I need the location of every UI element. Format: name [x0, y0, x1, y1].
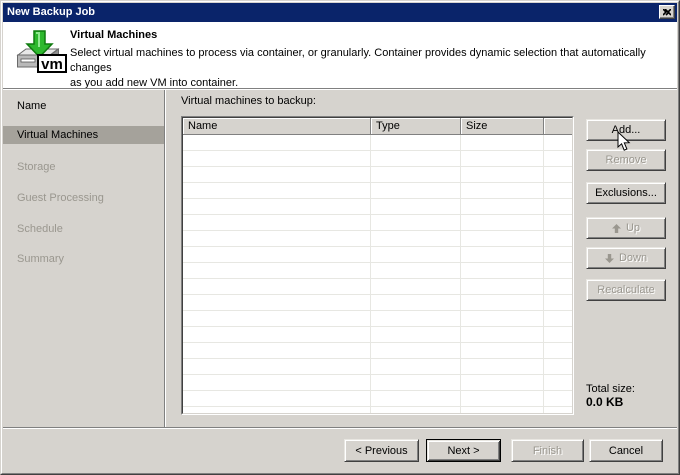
down-button[interactable]: Down	[586, 247, 666, 269]
column-header-size[interactable]: Size	[461, 118, 544, 135]
previous-button-label: < Previous	[355, 444, 408, 457]
column-header-name[interactable]: Name	[183, 118, 371, 135]
close-icon	[663, 8, 671, 16]
up-button[interactable]: Up	[586, 217, 666, 239]
add-button-label: Add...	[611, 124, 641, 136]
finish-button[interactable]: Finish	[511, 439, 584, 462]
recalculate-button-label: Recalculate	[597, 284, 655, 296]
vm-table-body[interactable]	[183, 135, 572, 413]
column-header-extra[interactable]	[544, 118, 572, 135]
column-header-type[interactable]: Type	[371, 118, 461, 135]
sidebar-divider	[164, 90, 166, 427]
vm-backup-icon: vm	[14, 29, 68, 75]
step-title: Virtual Machines	[70, 29, 158, 41]
down-arrow-icon	[604, 253, 614, 263]
total-size-label: Total size:	[586, 383, 635, 395]
sidebar-item-virtual-machines[interactable]: Virtual Machines	[3, 126, 164, 144]
sidebar-item-schedule[interactable]: Schedule	[3, 220, 164, 238]
exclusions-button-label: Exclusions...	[595, 187, 657, 199]
sidebar-item-summary[interactable]: Summary	[3, 250, 164, 268]
window-title: New Backup Job	[7, 6, 96, 18]
step-description: Select virtual machines to process via c…	[70, 46, 677, 91]
svg-text:vm: vm	[41, 56, 63, 73]
previous-button[interactable]: < Previous	[344, 439, 419, 462]
sidebar-item-storage[interactable]: Storage	[3, 158, 164, 176]
cancel-button-label: Cancel	[608, 444, 644, 457]
add-button[interactable]: Add...	[586, 119, 666, 141]
vm-list-label: Virtual machines to backup:	[181, 95, 316, 107]
vm-table: Name Type Size	[181, 116, 574, 415]
finish-button-label: Finish	[532, 444, 563, 457]
wizard-header: vm Virtual Machines Select virtual machi…	[3, 22, 677, 91]
vm-badge: vm	[37, 54, 67, 73]
sidebar-item-guest-processing[interactable]: Guest Processing	[3, 189, 164, 207]
grid-line-vertical	[460, 135, 461, 413]
vm-table-header: Name Type Size	[183, 118, 572, 135]
title-bar[interactable]: New Backup Job	[3, 3, 677, 22]
sidebar-item-name[interactable]: Name	[3, 97, 164, 115]
next-button-label: Next >	[447, 444, 480, 457]
remove-button[interactable]: Remove	[586, 149, 666, 171]
grid-line-vertical	[543, 135, 544, 413]
up-button-label: Up	[625, 222, 641, 234]
footer-separator	[3, 427, 677, 429]
remove-button-label: Remove	[605, 154, 647, 166]
next-button[interactable]: Next >	[426, 439, 501, 462]
new-backup-job-dialog: New Backup Job vm Virtual Machines Selec…	[0, 0, 680, 475]
close-button[interactable]	[659, 5, 675, 19]
up-arrow-icon	[611, 223, 621, 233]
grid-line-vertical	[370, 135, 371, 413]
recalculate-button[interactable]: Recalculate	[586, 279, 666, 301]
exclusions-button[interactable]: Exclusions...	[586, 182, 666, 204]
total-size-value: 0.0 KB	[586, 395, 624, 409]
step-description-line1: Select virtual machines to process via c…	[70, 47, 646, 74]
header-separator	[3, 88, 677, 90]
cancel-button[interactable]: Cancel	[589, 439, 663, 462]
vm-table-inner: Name Type Size	[182, 117, 573, 414]
down-button-label: Down	[618, 252, 648, 264]
